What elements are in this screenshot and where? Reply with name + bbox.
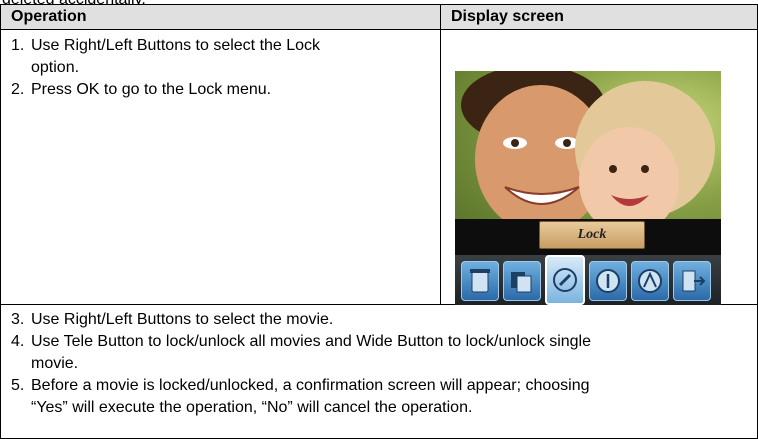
table-header-row: Operation Display screen [0,3,758,31]
step-item: 3. Use Right/Left Buttons to select the m… [11,311,334,329]
step-item: option. [31,59,80,77]
step-item: “Yes” will execute the operation, “No” w… [31,399,473,417]
protect-one-icon[interactable] [589,261,627,301]
lock-menu-label: Lock [539,221,645,249]
exit-icon[interactable] [673,261,711,301]
header-display-screen: Display screen [440,3,758,31]
menu-icon-bar [455,255,721,305]
camera-display-screen: Lock [455,71,721,305]
trash-icon[interactable] [461,261,499,301]
step-item: 4. Use Tele Button to lock/unlock all mov… [11,333,591,351]
header-operation: Operation [0,3,441,31]
operation-cell-wide: 3. Use Right/Left Buttons to select the m… [0,304,758,439]
step-item: 1. Use Right/Left Buttons to select the L… [11,37,321,55]
step-item: movie. [31,355,79,373]
steps-list-a: 1. Use Right/Left Buttons to select the L… [1,30,440,101]
table-row: 3. Use Right/Left Buttons to select the m… [0,304,758,439]
steps-list-b: 3. Use Right/Left Buttons to select the m… [1,305,757,419]
lock-icon[interactable] [545,255,585,305]
slideshow-icon[interactable] [503,261,541,301]
step-item: 2. Press OK to go to the Lock menu. [11,81,272,99]
step-item: 5. Before a movie is locked/unlocked, a c… [11,377,590,395]
protect-all-icon[interactable] [631,261,669,301]
operation-cell: 1. Use Right/Left Buttons to select the L… [0,29,441,306]
